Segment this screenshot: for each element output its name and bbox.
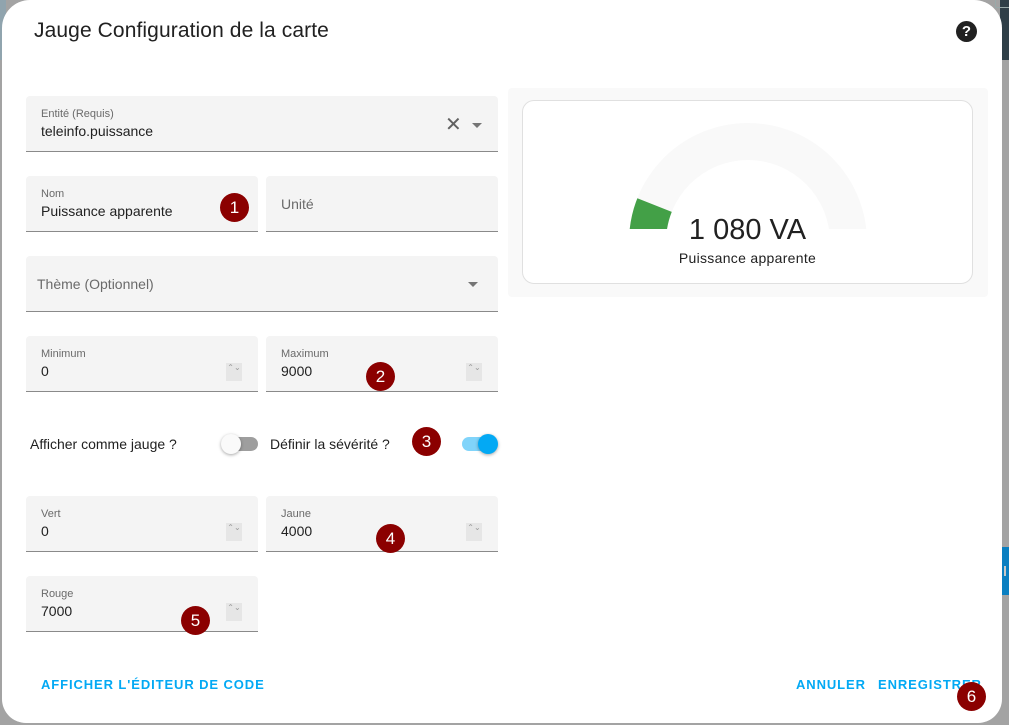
- gauge-arc: [629, 123, 867, 229]
- red-field[interactable]: Rouge 7000 ⌃⌄: [26, 576, 258, 632]
- entity-picker[interactable]: Entité (Requis) teleinfo.puissance ✕: [26, 96, 498, 152]
- card-preview: 1 080 VA Puissance apparente: [508, 88, 988, 297]
- help-icon[interactable]: ?: [956, 21, 977, 42]
- chevron-down-icon[interactable]: [468, 282, 478, 287]
- spinner-icon[interactable]: ⌃⌄: [226, 363, 242, 381]
- chevron-down-icon[interactable]: [472, 123, 482, 128]
- spinner-icon[interactable]: ⌃⌄: [466, 363, 482, 381]
- toggle-thumb[interactable]: [478, 434, 498, 454]
- gauge-value: 1 080 VA: [688, 214, 807, 246]
- yellow-label: Jaune: [281, 508, 311, 520]
- name-value[interactable]: Puissance apparente: [41, 203, 173, 219]
- entity-label: Entité (Requis): [41, 108, 114, 120]
- spinner-icon[interactable]: ⌃⌄: [226, 523, 242, 541]
- toggle-thumb[interactable]: [221, 434, 241, 454]
- gauge-name: Puissance apparente: [678, 250, 817, 266]
- gauge-card[interactable]: 1 080 VA Puissance apparente: [522, 100, 973, 284]
- maximum-value[interactable]: 9000: [281, 363, 312, 379]
- spinner-icon[interactable]: ⌃⌄: [466, 523, 482, 541]
- green-label: Vert: [41, 508, 61, 520]
- define-severity-label: Définir la sévérité ?: [270, 436, 390, 452]
- background-frame: [995, 0, 1009, 8]
- green-field[interactable]: Vert 0 ⌃⌄: [26, 496, 258, 552]
- annotation-badge-2: 2: [366, 362, 395, 391]
- annotation-badge-4: 4: [376, 524, 405, 553]
- annotation-badge-5: 5: [181, 606, 210, 635]
- annotation-badge-6: 6: [957, 682, 986, 711]
- unit-field[interactable]: Unité: [266, 176, 498, 232]
- cancel-button[interactable]: ANNULER: [796, 677, 866, 692]
- unit-placeholder[interactable]: Unité: [281, 196, 314, 212]
- minimum-label: Minimum: [41, 348, 86, 360]
- red-label: Rouge: [41, 588, 74, 600]
- annotation-badge-1: 1: [220, 193, 249, 222]
- entity-value[interactable]: teleinfo.puissance: [41, 123, 153, 139]
- minimum-value[interactable]: 0: [41, 363, 49, 379]
- red-value[interactable]: 7000: [41, 603, 72, 619]
- clear-icon[interactable]: ✕: [445, 115, 462, 135]
- yellow-value[interactable]: 4000: [281, 523, 312, 539]
- minimum-field[interactable]: Minimum 0 ⌃⌄: [26, 336, 258, 392]
- name-label: Nom: [41, 188, 65, 200]
- annotation-badge-3: 3: [412, 427, 441, 456]
- show-as-gauge-label: Afficher comme jauge ?: [30, 436, 177, 452]
- theme-placeholder: Thème (Optionnel): [37, 276, 154, 292]
- spinner-icon[interactable]: ⌃⌄: [226, 603, 242, 621]
- theme-select[interactable]: Thème (Optionnel): [26, 256, 498, 312]
- dialog-title: Jauge Configuration de la carte: [34, 19, 329, 42]
- green-value[interactable]: 0: [41, 523, 49, 539]
- card-config-dialog: Jauge Configuration de la carte ? Entité…: [2, 0, 1002, 723]
- show-code-editor-button[interactable]: AFFICHER L'ÉDITEUR DE CODE: [41, 677, 265, 692]
- maximum-label: Maximum: [281, 348, 329, 360]
- background-add-button[interactable]: [1002, 547, 1009, 595]
